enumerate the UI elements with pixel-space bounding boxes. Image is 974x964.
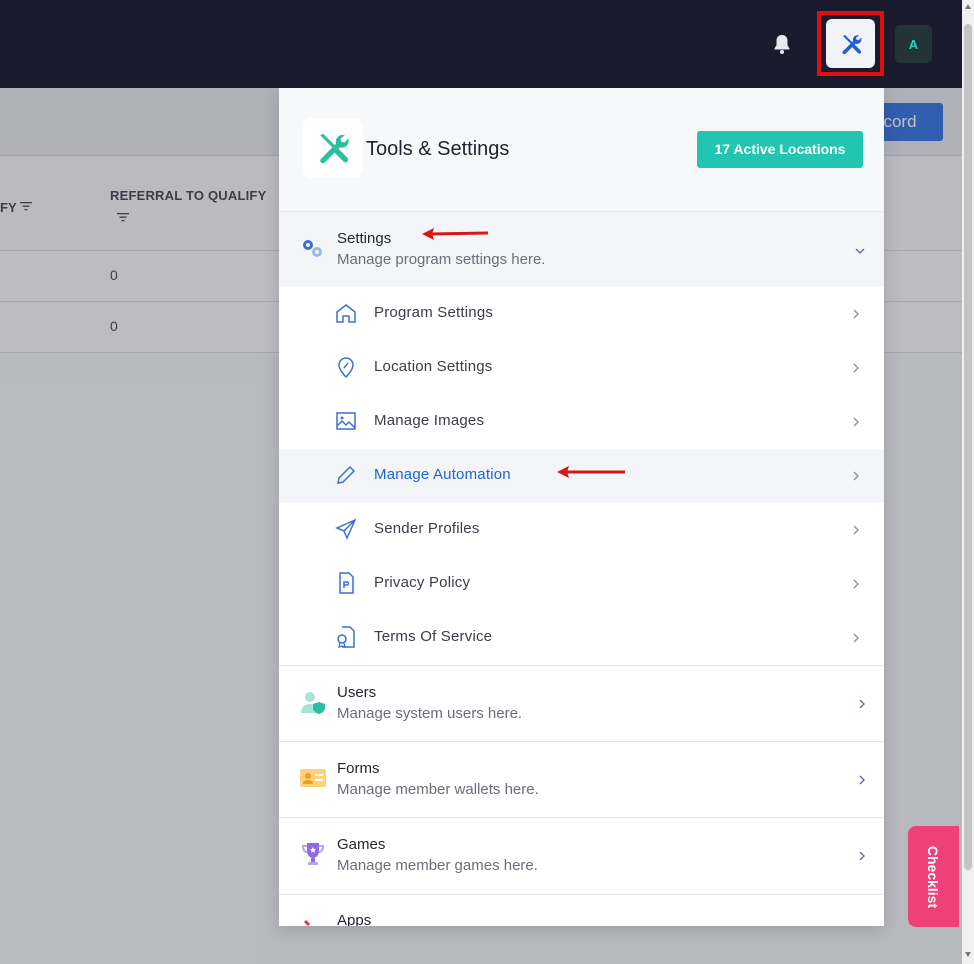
users-section[interactable]: Users Manage system users here. xyxy=(279,665,884,742)
chevron-right-icon xyxy=(853,525,859,535)
tools-settings-dropdown: Tools & Settings 17 Active Locations Set… xyxy=(279,88,884,926)
menu-item-label: Terms Of Service xyxy=(374,628,493,645)
section-title: Settings xyxy=(337,230,392,247)
dropdown-title: Tools & Settings xyxy=(366,138,510,160)
menu-item-privacy-policy[interactable]: Privacy Policy xyxy=(279,557,884,611)
document-badge-icon xyxy=(337,626,355,648)
bell-icon[interactable] xyxy=(770,32,794,56)
home-icon xyxy=(336,304,356,323)
menu-item-terms-of-service[interactable]: Terms Of Service xyxy=(279,611,884,665)
pencil-icon xyxy=(337,465,356,484)
trophy-icon xyxy=(301,843,325,865)
chevron-right-icon xyxy=(859,775,865,785)
tools-settings-button[interactable] xyxy=(826,19,875,68)
menu-item-label: Location Settings xyxy=(374,358,493,375)
section-title: Forms xyxy=(337,760,380,777)
menu-item-label: Privacy Policy xyxy=(374,574,471,591)
menu-item-label: Sender Profiles xyxy=(374,520,480,537)
paper-plane-icon xyxy=(335,518,357,540)
forms-section[interactable]: Forms Manage member wallets here. xyxy=(279,742,884,818)
menu-item-label: Manage Automation xyxy=(374,466,511,483)
annotation-arrow-icon xyxy=(557,466,625,478)
chevron-right-icon xyxy=(859,851,865,861)
menu-item-manage-images[interactable]: Manage Images xyxy=(279,395,884,449)
document-p-icon xyxy=(339,572,354,594)
apps-section[interactable]: Apps xyxy=(279,895,884,926)
active-locations-badge[interactable]: 17 Active Locations xyxy=(697,131,863,168)
chevron-right-icon xyxy=(853,471,859,481)
chevron-right-icon xyxy=(853,579,859,589)
chevron-right-icon xyxy=(853,417,859,427)
chevron-right-icon xyxy=(859,699,865,709)
image-icon xyxy=(336,412,356,430)
section-description: Manage member games here. xyxy=(337,857,538,874)
chevron-down-icon[interactable] xyxy=(855,246,865,256)
section-description: Manage member wallets here. xyxy=(337,781,539,798)
menu-item-program-settings[interactable]: Program Settings xyxy=(279,287,884,341)
menu-item-label: Manage Images xyxy=(374,412,485,429)
user-avatar[interactable]: A xyxy=(895,25,932,63)
page-scrollbar[interactable] xyxy=(962,0,974,964)
section-title: Games xyxy=(337,836,386,853)
settings-section[interactable]: Settings Manage program settings here. xyxy=(279,212,884,287)
menu-item-label: Program Settings xyxy=(374,304,494,321)
id-card-icon xyxy=(300,769,326,787)
chevron-right-icon xyxy=(853,363,859,373)
scroll-down-arrow-icon[interactable] xyxy=(965,952,971,957)
section-title: Apps xyxy=(337,912,372,926)
gears-icon xyxy=(303,240,322,257)
menu-item-location-settings[interactable]: Location Settings xyxy=(279,341,884,395)
scrollbar-thumb[interactable] xyxy=(964,24,972,870)
section-title: Users xyxy=(337,684,377,701)
games-section[interactable]: Games Manage member games here. xyxy=(279,818,884,895)
chevron-right-icon xyxy=(853,309,859,319)
apps-icon xyxy=(303,919,311,926)
user-shield-icon xyxy=(301,692,325,714)
checklist-label: Checklist xyxy=(925,845,942,908)
annotation-arrow-icon xyxy=(422,228,489,240)
tools-settings-logo-icon xyxy=(303,118,363,178)
tools-icon xyxy=(841,34,861,54)
section-description: Manage program settings here. xyxy=(337,251,546,268)
checklist-tab[interactable]: Checklist xyxy=(908,826,959,927)
section-description: Manage system users here. xyxy=(337,705,523,722)
location-pin-icon xyxy=(338,357,354,379)
menu-item-sender-profiles[interactable]: Sender Profiles xyxy=(279,503,884,557)
chevron-right-icon xyxy=(853,633,859,643)
dropdown-header: Tools & Settings 17 Active Locations xyxy=(279,88,884,212)
scroll-up-arrow-icon[interactable] xyxy=(965,4,971,9)
